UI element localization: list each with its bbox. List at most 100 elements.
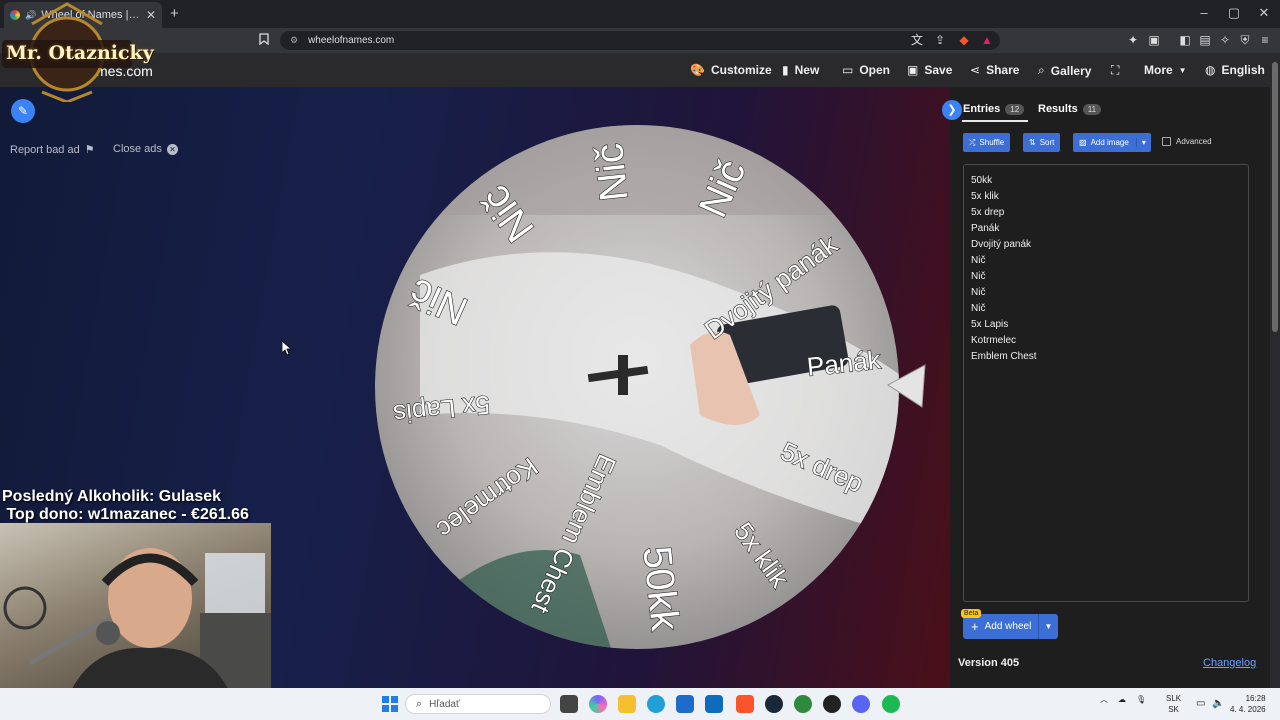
task-view-icon[interactable] — [560, 695, 578, 713]
brave-rewards-icon[interactable]: ▲ — [980, 33, 994, 47]
checkbox-box[interactable] — [1162, 137, 1171, 146]
entry-line[interactable]: Nič — [971, 269, 1241, 285]
palette-icon: 🎨 — [690, 63, 705, 77]
steam-icon[interactable] — [765, 695, 783, 713]
fullscreen-button[interactable]: ⛶ — [1111, 63, 1119, 78]
add-wheel-main[interactable]: + Add wheel — [963, 619, 1038, 634]
bookmark-icon[interactable] — [257, 33, 271, 47]
extensions-icon[interactable]: ✦ — [1126, 33, 1140, 47]
close-ads-label: Close ads — [113, 143, 162, 155]
sort-button[interactable]: ⇅ Sort — [1023, 133, 1061, 152]
shuffle-label: Shuffle — [979, 138, 1005, 147]
translate-icon[interactable]: 文 — [910, 33, 924, 47]
spotify-icon[interactable] — [882, 695, 900, 713]
scrollbar-thumb[interactable] — [1272, 62, 1278, 332]
entry-line[interactable]: 50kk — [971, 173, 1241, 189]
discord-icon[interactable] — [852, 695, 870, 713]
entry-line[interactable]: 5x drep — [971, 205, 1241, 221]
lang-top: SLK — [1166, 694, 1182, 703]
entry-line[interactable]: Kotrmelec — [971, 333, 1241, 349]
xbox-icon[interactable] — [794, 695, 812, 713]
add-wheel-dropdown[interactable]: ▼ — [1038, 614, 1058, 639]
copilot-icon[interactable] — [589, 695, 607, 713]
entries-textarea[interactable]: 50kk 5x klik 5x drep Panák Dvojitý panák Nič N… — [963, 164, 1249, 602]
file-icon: ▮ — [782, 63, 789, 77]
entry-line[interactable]: Panák — [971, 221, 1241, 237]
tray-overflow-icon[interactable]: ︿ — [1100, 694, 1108, 705]
onedrive-icon[interactable]: ☁ — [1118, 695, 1126, 704]
url-field[interactable]: ⚙ wheelofnames.com — [280, 31, 1000, 50]
microphone-icon[interactable]: 🎙 — [1136, 695, 1146, 704]
close-window-button[interactable]: ✕ — [1254, 5, 1274, 21]
windows-taskbar — [0, 688, 1280, 720]
entry-line[interactable]: Nič — [971, 253, 1241, 269]
entries-list: 50kk 5x klik 5x drep Panák Dvojitý panák Nič N… — [971, 173, 1241, 365]
brave-shields-icon[interactable]: ◆ — [957, 33, 971, 47]
entry-line[interactable]: 5x Lapis — [971, 317, 1241, 333]
spinning-wheel[interactable]: Panák5x drep5x klik50kkEmblem ChestKotrm… — [360, 115, 940, 660]
minimize-button[interactable]: – — [1194, 5, 1214, 20]
shuffle-icon: ⤮ — [969, 137, 976, 147]
tab-close-button[interactable]: ✕ — [146, 8, 156, 22]
stream-info-overlay: Posledný Alkoholik: Gulasek Top dono: w1… — [2, 488, 249, 524]
wallet-icon[interactable]: ▤ — [1198, 33, 1212, 47]
more-button[interactable]: More ▼ — [1144, 63, 1187, 77]
language-button[interactable]: ◍ English — [1205, 63, 1265, 77]
caret-down-icon[interactable]: ▾ — [1135, 138, 1151, 147]
share-label: Share — [986, 63, 1020, 77]
leo-ai-icon[interactable]: ✧ — [1218, 33, 1232, 47]
entry-line[interactable]: Dvojitý panák — [971, 237, 1241, 253]
image-icon: ▨ — [1079, 138, 1087, 147]
pencil-icon: ✎ — [17, 104, 29, 118]
tab-entries[interactable]: Entries 12 — [963, 103, 1025, 115]
tab-search-icon[interactable]: ▣ — [1147, 33, 1161, 47]
add-image-label: Add image — [1090, 138, 1129, 147]
fullscreen-icon: ⛶ — [1111, 63, 1120, 77]
entry-line[interactable]: Emblem Chest — [971, 349, 1241, 365]
menu-icon[interactable]: ≡ — [1258, 33, 1272, 47]
advanced-checkbox[interactable]: Advanced — [1162, 137, 1212, 146]
globe-icon: ◍ — [1205, 63, 1216, 77]
channel-logo-text: Mr. Otaznicky — [6, 42, 154, 64]
windows-start-icon[interactable] — [382, 696, 398, 712]
network-icon[interactable]: ▭ — [1196, 698, 1205, 709]
maximize-button[interactable]: ▢ — [1224, 5, 1244, 21]
obs-icon[interactable] — [823, 695, 841, 713]
new-tab-button[interactable]: + — [170, 5, 179, 22]
customize-button[interactable]: 🎨 Customize — [690, 63, 772, 77]
input-language[interactable]: SLK SK — [1166, 693, 1181, 715]
edge-icon[interactable] — [647, 695, 665, 713]
entry-line[interactable]: Nič — [971, 301, 1241, 317]
gallery-button[interactable]: ⌕ Gallery — [1038, 63, 1091, 78]
share-button[interactable]: ⋖ Share — [970, 63, 1019, 77]
changelog-link[interactable]: Changelog — [1203, 657, 1256, 669]
save-button[interactable]: ▣ Save — [907, 63, 952, 77]
store-icon[interactable] — [676, 695, 694, 713]
vpn-icon[interactable]: ⛨ — [1238, 33, 1252, 47]
open-label: Open — [859, 63, 891, 77]
site-info-icon[interactable]: ⚙ — [290, 35, 298, 46]
report-bad-ad-link[interactable]: Report bad ad ⚑ — [10, 143, 95, 157]
share-page-icon[interactable]: ⇪ — [933, 33, 947, 47]
outlook-icon[interactable] — [705, 695, 723, 713]
tab-results[interactable]: Results 11 — [1038, 103, 1102, 115]
taskbar-clock[interactable]: 16:28 4. 4. 2026 — [1230, 693, 1266, 715]
close-ads-link[interactable]: Close ads ✕ — [113, 143, 178, 155]
brave-taskbar-icon[interactable] — [736, 695, 754, 713]
file-explorer-icon[interactable] — [618, 695, 636, 713]
new-button[interactable]: ▮ New — [782, 63, 819, 77]
report-bad-ad-label: Report bad ad — [10, 143, 80, 156]
add-wheel-label: Add wheel — [984, 621, 1032, 632]
open-button[interactable]: ▭ Open — [842, 63, 890, 77]
edit-wheel-button[interactable]: ✎ — [11, 99, 35, 123]
taskbar-search[interactable]: ⌕ Hľadať — [405, 694, 551, 714]
volume-icon[interactable]: 🔈 — [1212, 698, 1224, 709]
entry-line[interactable]: 5x klik — [971, 189, 1241, 205]
sidebar-icon[interactable]: ◧ — [1178, 33, 1192, 47]
add-image-button[interactable]: ▨ Add image ▾ — [1073, 133, 1151, 152]
language-label: English — [1221, 63, 1265, 77]
new-label: New — [794, 63, 820, 77]
entry-line[interactable]: Nič — [971, 285, 1241, 301]
collapse-panel-button[interactable]: ❯ — [942, 100, 962, 120]
shuffle-button[interactable]: ⤮ Shuffle — [963, 133, 1011, 152]
